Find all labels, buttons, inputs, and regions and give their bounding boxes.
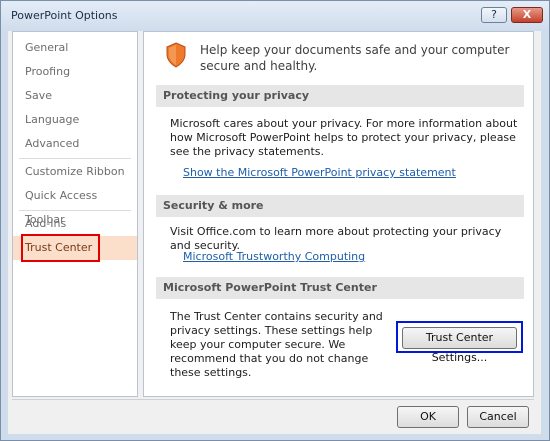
section-header-trust-center: Microsoft PowerPoint Trust Center xyxy=(156,277,524,299)
cancel-button[interactable]: Cancel xyxy=(467,406,529,428)
security-text: Visit Office.com to learn more about pro… xyxy=(170,225,502,252)
intro-text: Help keep your documents safe and your c… xyxy=(200,43,510,73)
sidebar-item-proofing[interactable]: Proofing xyxy=(13,60,137,84)
sidebar-item-save[interactable]: Save xyxy=(13,84,137,108)
sidebar-divider xyxy=(19,210,131,211)
help-button[interactable]: ? xyxy=(481,7,507,23)
trustworthy-computing-link[interactable]: Microsoft Trustworthy Computing xyxy=(183,250,365,263)
section-header-privacy: Protecting your privacy xyxy=(156,85,524,107)
title-bar: PowerPoint Options ? X xyxy=(1,1,549,31)
sidebar-item-advanced[interactable]: Advanced xyxy=(13,132,137,156)
window-title: PowerPoint Options xyxy=(11,9,118,22)
trust-center-text: The Trust Center contains security and p… xyxy=(170,310,383,379)
sidebar-item-customize-ribbon[interactable]: Customize Ribbon xyxy=(13,160,137,184)
privacy-text: Microsoft cares about your privacy. For … xyxy=(170,117,518,158)
sidebar: General Proofing Save Language Advanced … xyxy=(12,31,138,397)
sidebar-item-quick-access-toolbar[interactable]: Quick Access Toolbar xyxy=(13,184,137,226)
sidebar-item-add-ins[interactable]: Add-Ins xyxy=(13,212,137,236)
highlight-trust-center xyxy=(21,234,100,262)
ok-button[interactable]: OK xyxy=(397,406,459,428)
sidebar-item-language[interactable]: Language xyxy=(13,108,137,132)
sidebar-divider xyxy=(19,158,131,159)
section-header-security: Security & more xyxy=(156,195,524,217)
shield-icon xyxy=(166,42,186,68)
dialog-body: General Proofing Save Language Advanced … xyxy=(8,31,541,434)
privacy-statement-link[interactable]: Show the Microsoft PowerPoint privacy st… xyxy=(183,166,456,179)
close-button[interactable]: X xyxy=(511,7,543,23)
footer-divider xyxy=(12,399,534,400)
sidebar-item-general[interactable]: General xyxy=(13,36,137,60)
trust-center-pane: Help keep your documents safe and your c… xyxy=(143,31,534,397)
options-dialog: PowerPoint Options ? X General Proofing … xyxy=(0,0,550,441)
highlight-trust-center-settings xyxy=(396,321,523,353)
